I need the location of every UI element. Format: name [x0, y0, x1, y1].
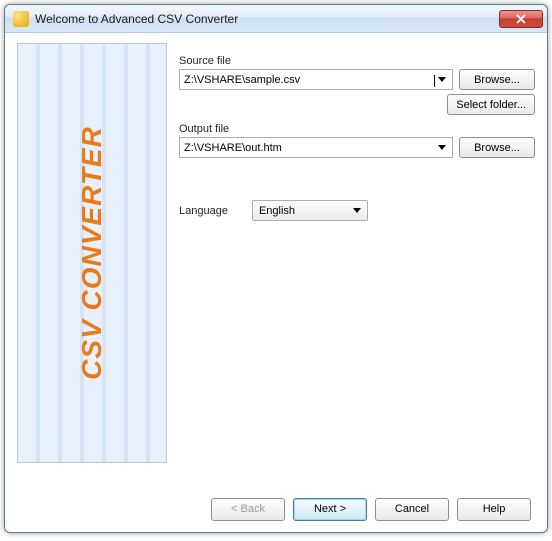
close-button[interactable] [499, 10, 543, 28]
source-file-label: Source file [179, 55, 535, 67]
help-button[interactable]: Help [457, 498, 531, 521]
chevron-down-icon [353, 208, 361, 214]
language-value: English [259, 205, 349, 217]
source-file-combo[interactable]: Z:\VSHARE\sample.csv [179, 69, 453, 90]
main-panel: Source file Z:\VSHARE\sample.csv Browse.… [179, 43, 535, 485]
sidebar-banner: CSV CONVERTER [17, 43, 167, 463]
source-file-dropdown[interactable] [434, 71, 450, 88]
output-file-label: Output file [179, 123, 535, 135]
select-folder-button[interactable]: Select folder... [447, 94, 535, 115]
titlebar[interactable]: Welcome to Advanced CSV Converter [5, 5, 547, 33]
footer: < Back Next > Cancel Help [5, 486, 547, 532]
language-dropdown[interactable] [349, 202, 365, 219]
chevron-down-icon [438, 145, 446, 151]
cancel-button[interactable]: Cancel [375, 498, 449, 521]
next-button[interactable]: Next > [293, 498, 367, 521]
output-file-combo[interactable]: Z:\VSHARE\out.htm [179, 137, 453, 158]
back-button: < Back [211, 498, 285, 521]
output-browse-button[interactable]: Browse... [459, 137, 535, 158]
language-select[interactable]: English [252, 200, 368, 221]
language-label: Language [179, 205, 228, 217]
chevron-down-icon [438, 77, 446, 83]
brand-text: CSV CONVERTER [76, 126, 108, 380]
window-title: Welcome to Advanced CSV Converter [35, 12, 499, 26]
dialog-window: Welcome to Advanced CSV Converter CSV CO… [4, 4, 548, 533]
source-file-input[interactable]: Z:\VSHARE\sample.csv [184, 74, 434, 86]
source-browse-button[interactable]: Browse... [459, 69, 535, 90]
output-file-dropdown[interactable] [434, 139, 450, 156]
app-icon [13, 11, 29, 27]
output-file-input[interactable]: Z:\VSHARE\out.htm [184, 142, 434, 154]
content-area: CSV CONVERTER Source file Z:\VSHARE\samp… [5, 33, 547, 485]
close-icon [516, 14, 526, 24]
